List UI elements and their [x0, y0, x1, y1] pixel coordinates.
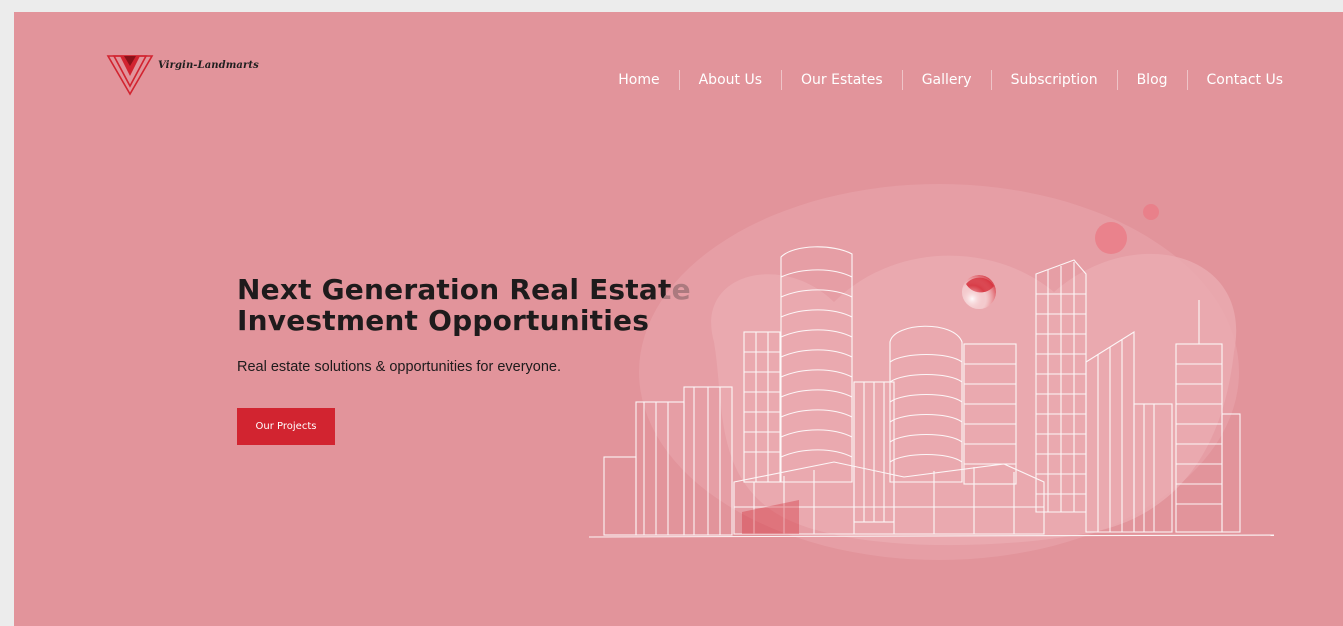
- nav-item-our-estates[interactable]: Our Estates: [782, 70, 902, 90]
- nav-item-subscription[interactable]: Subscription: [992, 70, 1117, 90]
- brand-logo[interactable]: Virgin-Landmarts: [106, 52, 259, 96]
- nav-item-contact-us[interactable]: Contact Us: [1188, 70, 1283, 90]
- main-nav: Home About Us Our Estates Gallery Subscr…: [599, 70, 1283, 90]
- nav-item-gallery[interactable]: Gallery: [903, 70, 991, 90]
- nav-item-blog[interactable]: Blog: [1118, 70, 1187, 90]
- nav-item-about-us[interactable]: About Us: [680, 70, 781, 90]
- logo-v-icon: [106, 55, 154, 96]
- brand-name: Virgin-Landmarts: [158, 59, 259, 71]
- city-skyline-illustration: [588, 184, 1274, 560]
- page: Virgin-Landmarts Home About Us Our Estat…: [14, 12, 1343, 626]
- nav-item-home[interactable]: Home: [599, 70, 678, 90]
- our-projects-button[interactable]: Our Projects: [237, 408, 335, 445]
- hero-subtitle: Real estate solutions & opportunities fo…: [237, 359, 562, 375]
